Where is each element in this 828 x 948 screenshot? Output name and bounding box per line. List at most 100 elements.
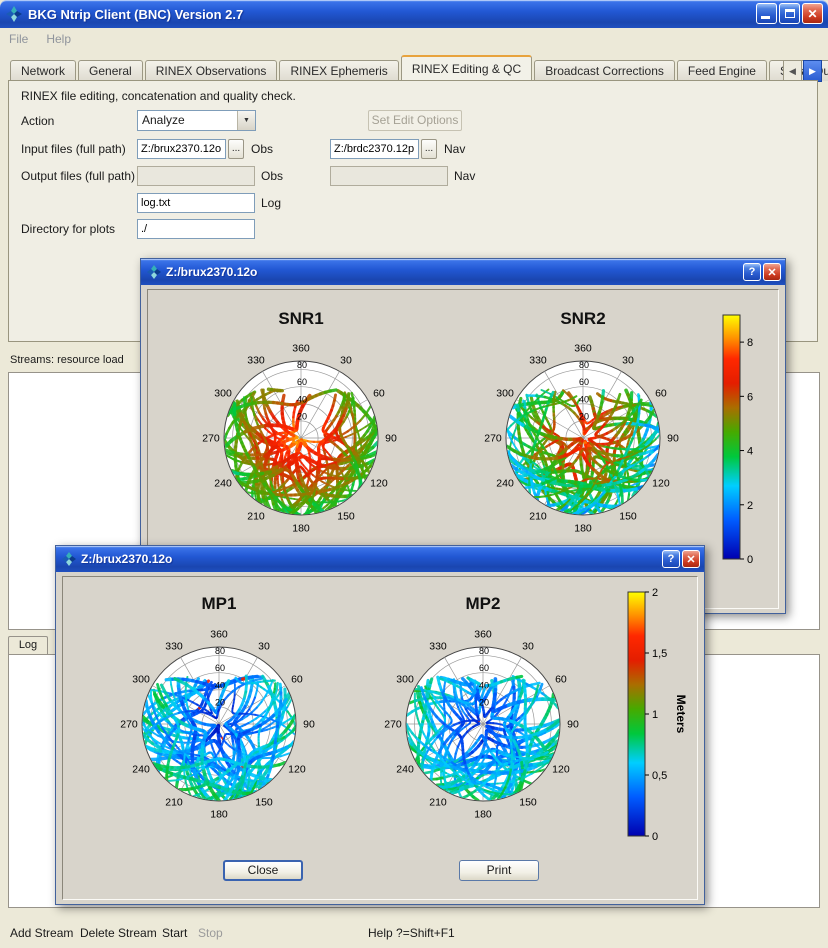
help-button[interactable]: ? (662, 550, 680, 568)
input-nav-field[interactable] (330, 139, 419, 159)
action-value: Analyze (138, 111, 237, 130)
svg-text:60: 60 (579, 377, 589, 387)
skyplot-mp1: 2040608036030609012015018021024027030033… (104, 612, 334, 847)
arrow-right-icon: ▶ (809, 66, 816, 77)
obs-label-input: Obs (251, 142, 273, 156)
panel-description: RINEX file editing, concatenation and qu… (21, 89, 296, 103)
dialog-close-button[interactable]: ✕ (763, 263, 781, 281)
svg-text:120: 120 (652, 478, 670, 490)
svg-text:210: 210 (165, 796, 183, 808)
svg-text:180: 180 (292, 523, 310, 535)
svg-text:180: 180 (210, 809, 228, 821)
minimize-icon (761, 16, 770, 19)
tab-feed-engine[interactable]: Feed Engine (677, 60, 767, 81)
svg-text:0: 0 (747, 554, 753, 566)
stop-button[interactable]: Stop (198, 926, 223, 940)
log-file-field[interactable] (137, 193, 255, 213)
svg-text:40: 40 (297, 394, 307, 404)
print-plot-button[interactable]: Print (459, 860, 539, 881)
add-stream-button[interactable]: Add Stream (10, 926, 73, 940)
close-icon: ✕ (807, 7, 817, 21)
svg-text:270: 270 (202, 433, 220, 445)
tab-network[interactable]: Network (10, 60, 76, 81)
log-tab[interactable]: Log (8, 636, 48, 654)
svg-text:240: 240 (132, 764, 150, 776)
svg-text:30: 30 (340, 355, 352, 367)
svg-text:6: 6 (747, 391, 753, 403)
output-nav-field[interactable] (330, 166, 448, 186)
question-icon: ? (668, 553, 675, 565)
arrow-left-icon: ◀ (789, 66, 796, 77)
svg-text:4: 4 (747, 446, 753, 458)
svg-text:330: 330 (247, 355, 265, 367)
close-button[interactable]: ✕ (802, 3, 823, 24)
svg-text:360: 360 (574, 343, 592, 355)
browse-obs-button[interactable]: ... (228, 139, 244, 159)
svg-text:60: 60 (373, 388, 385, 400)
tab-rinex-observations[interactable]: RINEX Observations (145, 60, 278, 81)
svg-text:240: 240 (214, 478, 232, 490)
tab-scroll-left-button[interactable]: ◀ (783, 60, 802, 82)
nav-label-output: Nav (454, 169, 475, 183)
snr-dialog-title: Z:/brux2370.12o (166, 265, 257, 279)
tab-rinex-editing-qc[interactable]: RINEX Editing & QC (401, 55, 532, 81)
mp-dialog-titlebar[interactable]: Z:/brux2370.12o ? ✕ (56, 546, 704, 572)
svg-text:30: 30 (622, 355, 634, 367)
svg-text:8: 8 (747, 337, 753, 349)
svg-text:330: 330 (165, 641, 183, 653)
svg-text:180: 180 (574, 523, 592, 535)
tab-general[interactable]: General (78, 60, 143, 81)
output-obs-field[interactable] (137, 166, 255, 186)
plots-dir-field[interactable] (137, 219, 255, 239)
svg-text:60: 60 (215, 663, 225, 673)
status-bar: Add Stream Delete Stream Start Stop Help… (0, 918, 828, 948)
start-button[interactable]: Start (162, 926, 187, 940)
action-combobox[interactable]: Analyze ▼ (137, 110, 256, 131)
delete-stream-button[interactable]: Delete Stream (80, 926, 157, 940)
menu-help[interactable]: Help (37, 30, 80, 48)
tab-broadcast-corrections[interactable]: Broadcast Corrections (534, 60, 675, 81)
dialog-close-button[interactable]: ✕ (682, 550, 700, 568)
browse-nav-button[interactable]: ... (421, 139, 437, 159)
mp-dialog-title: Z:/brux2370.12o (81, 552, 172, 566)
streams-status-label: Streams: resource load (10, 354, 124, 366)
mp1-title: MP1 (104, 594, 334, 614)
help-button[interactable]: ? (743, 263, 761, 281)
svg-text:210: 210 (247, 510, 265, 522)
close-plot-button[interactable]: Close (223, 860, 303, 881)
minimize-button[interactable] (756, 3, 777, 24)
svg-text:20: 20 (297, 411, 307, 421)
tab-rinex-ephemeris[interactable]: RINEX Ephemeris (279, 60, 398, 81)
maximize-button[interactable] (779, 3, 800, 24)
maximize-icon (785, 9, 795, 18)
mp2-title: MP2 (368, 594, 598, 614)
close-icon: ✕ (767, 266, 776, 279)
svg-text:300: 300 (132, 674, 150, 686)
combo-drop-zone[interactable]: ▼ (237, 111, 255, 130)
window-title: BKG Ntrip Client (BNC) Version 2.7 (28, 7, 243, 22)
svg-text:150: 150 (619, 510, 637, 522)
svg-text:80: 80 (215, 646, 225, 656)
skyplot-snr2: 2040608036030609012015018021024027030033… (468, 326, 698, 561)
window-titlebar[interactable]: BKG Ntrip Client (BNC) Version 2.7 ✕ (0, 0, 828, 28)
svg-text:60: 60 (291, 674, 303, 686)
svg-text:330: 330 (529, 355, 547, 367)
set-edit-options-button[interactable]: Set Edit Options (368, 110, 462, 131)
menu-file[interactable]: File (0, 30, 37, 48)
svg-text:360: 360 (292, 343, 310, 355)
svg-text:20: 20 (579, 411, 589, 421)
svg-text:150: 150 (337, 510, 355, 522)
app-window: BKG Ntrip Client (BNC) Version 2.7 ✕ Fil… (0, 0, 828, 948)
mp-dialog-body: MP1 MP2 20406080360306090120150180210240… (56, 572, 704, 904)
svg-text:60: 60 (655, 388, 667, 400)
log-label: Log (261, 196, 281, 210)
tab-scroll-right-button[interactable]: ▶ (803, 60, 822, 82)
snr-dialog-titlebar[interactable]: Z:/brux2370.12o ? ✕ (141, 259, 785, 285)
svg-text:30: 30 (258, 641, 270, 653)
svg-text:300: 300 (496, 388, 514, 400)
close-icon: ✕ (686, 553, 695, 566)
menu-bar: File Help (0, 28, 828, 50)
svg-text:210: 210 (529, 510, 547, 522)
input-obs-field[interactable] (137, 139, 226, 159)
tab-strip: Network General RINEX Observations RINEX… (10, 56, 788, 81)
